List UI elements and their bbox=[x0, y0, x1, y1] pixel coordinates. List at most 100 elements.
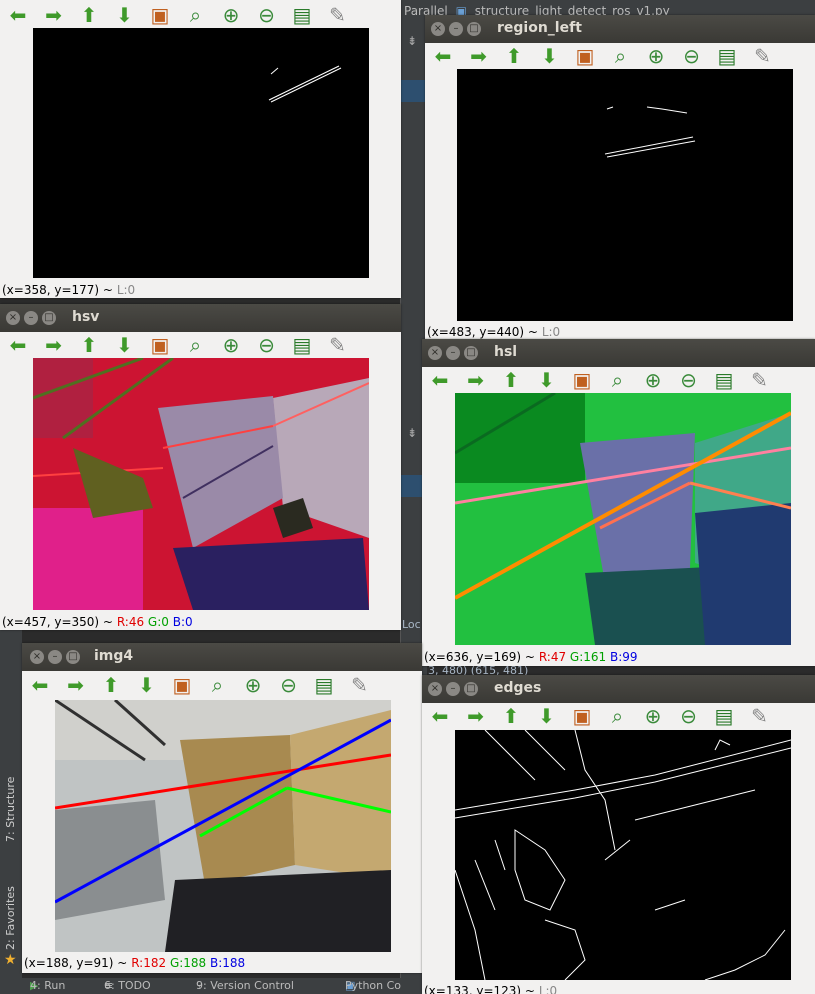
arrow-left-icon[interactable]: ⬅ bbox=[428, 704, 452, 728]
arrow-down-icon[interactable]: ⬇ bbox=[135, 673, 159, 697]
edit-brush-icon[interactable]: ✎ bbox=[748, 704, 772, 728]
save-icon[interactable]: ▤ bbox=[290, 333, 314, 357]
zoom-out-icon[interactable]: ⊖ bbox=[255, 3, 279, 27]
opencv-window-edges[interactable]: × – □ edges ⬅ ➡ ⬆ ⬇ ▣ ⌕ ⊕ ⊖ ▤ ✎ (x=133, y=123) ~ … bbox=[422, 675, 815, 994]
save-icon[interactable]: ▤ bbox=[312, 673, 336, 697]
arrow-right-icon[interactable]: ➡ bbox=[464, 704, 488, 728]
zoom-out-icon[interactable]: ⊖ bbox=[255, 333, 279, 357]
arrow-down-icon[interactable]: ⬇ bbox=[113, 333, 137, 357]
maximize-icon[interactable]: □ bbox=[464, 682, 478, 696]
zoom-area-icon[interactable]: ⌕ bbox=[606, 368, 630, 392]
save-icon[interactable]: ▤ bbox=[290, 3, 314, 27]
minimize-icon[interactable]: – bbox=[446, 682, 460, 696]
opencv-window-hsl[interactable]: × – □ hsl ⬅ ➡ ⬆ ⬇ ▣ ⌕ ⊕ ⊖ ▤ ✎ (x=636, y=169) ~ R:… bbox=[422, 339, 815, 666]
zoom-area-icon[interactable]: ⌕ bbox=[609, 44, 633, 68]
save-icon[interactable]: ▤ bbox=[715, 44, 739, 68]
image-canvas[interactable] bbox=[33, 358, 369, 610]
arrow-right-icon[interactable]: ➡ bbox=[42, 333, 66, 357]
minimize-icon[interactable]: – bbox=[48, 650, 62, 664]
zoom-out-icon[interactable]: ⊖ bbox=[677, 368, 701, 392]
arrow-up-icon[interactable]: ⬆ bbox=[502, 44, 526, 68]
window-titlebar[interactable]: × – □ region_left bbox=[425, 15, 815, 43]
arrow-up-icon[interactable]: ⬆ bbox=[499, 704, 523, 728]
opencv-window-mask[interactable]: ⬅ ➡ ⬆ ⬇ ▣ ⌕ ⊕ ⊖ ▤ ✎ (x=358, y=177) ~ L:0 bbox=[0, 0, 401, 298]
edit-brush-icon[interactable]: ✎ bbox=[326, 333, 350, 357]
zoom-in-icon[interactable]: ⊕ bbox=[641, 368, 665, 392]
window-titlebar[interactable]: × – □ hsv bbox=[0, 304, 401, 332]
arrow-right-icon[interactable]: ➡ bbox=[467, 44, 491, 68]
minimize-icon[interactable]: – bbox=[446, 346, 460, 360]
arrow-left-icon[interactable]: ⬅ bbox=[428, 368, 452, 392]
minimize-icon[interactable]: – bbox=[24, 311, 38, 325]
zoom-in-icon[interactable]: ⊕ bbox=[641, 704, 665, 728]
image-canvas[interactable] bbox=[33, 28, 369, 278]
zoom-in-icon[interactable]: ⊕ bbox=[219, 3, 243, 27]
arrow-up-icon[interactable]: ⬆ bbox=[99, 673, 123, 697]
minimize-icon[interactable]: – bbox=[449, 22, 463, 36]
image-canvas[interactable] bbox=[55, 700, 391, 952]
zoom-area-icon[interactable]: ⌕ bbox=[184, 333, 208, 357]
status-bar: (x=188, y=91) ~ R:182 G:188 B:188 bbox=[24, 956, 246, 970]
save-icon[interactable]: ▤ bbox=[712, 704, 736, 728]
zoom-in-icon[interactable]: ⊕ bbox=[241, 673, 265, 697]
edit-brush-icon[interactable]: ✎ bbox=[748, 368, 772, 392]
edit-brush-icon[interactable]: ✎ bbox=[326, 3, 350, 27]
maximize-icon[interactable]: □ bbox=[467, 22, 481, 36]
close-icon[interactable]: × bbox=[428, 346, 442, 360]
arrow-down-icon[interactable]: ⬇ bbox=[538, 44, 562, 68]
arrow-up-icon[interactable]: ⬆ bbox=[77, 333, 101, 357]
zoom-area-icon[interactable]: ⌕ bbox=[184, 3, 208, 27]
image-canvas[interactable] bbox=[455, 730, 791, 980]
image-canvas[interactable] bbox=[457, 69, 793, 321]
arrow-down-icon[interactable]: ⬇ bbox=[113, 3, 137, 27]
split-icon[interactable]: ⇟ bbox=[407, 426, 417, 440]
save-image-icon[interactable]: ▣ bbox=[573, 44, 597, 68]
save-icon[interactable]: ▤ bbox=[712, 368, 736, 392]
zoom-in-icon[interactable]: ⊕ bbox=[644, 44, 668, 68]
favorites-tool-tab[interactable]: 2: Favorites bbox=[4, 886, 17, 950]
edit-brush-icon[interactable]: ✎ bbox=[348, 673, 372, 697]
opencv-window-region-left[interactable]: × – □ region_left ⬅ ➡ ⬆ ⬇ ▣ ⌕ ⊕ ⊖ ▤ ✎ (x=483, y=4… bbox=[425, 15, 815, 340]
arrow-right-icon[interactable]: ➡ bbox=[64, 673, 88, 697]
window-titlebar[interactable]: × – □ hsl bbox=[422, 339, 815, 367]
close-icon[interactable]: × bbox=[431, 22, 445, 36]
arrow-right-icon[interactable]: ➡ bbox=[42, 3, 66, 27]
close-icon[interactable]: × bbox=[6, 311, 20, 325]
arrow-left-icon[interactable]: ⬅ bbox=[6, 333, 30, 357]
image-canvas[interactable] bbox=[455, 393, 791, 645]
arrow-down-icon[interactable]: ⬇ bbox=[535, 704, 559, 728]
maximize-icon[interactable]: □ bbox=[66, 650, 80, 664]
status-bar: (x=133, y=123) ~ L:0 bbox=[424, 984, 558, 994]
zoom-in-icon[interactable]: ⊕ bbox=[219, 333, 243, 357]
split-icon[interactable]: ⇟ bbox=[407, 34, 417, 48]
window-titlebar[interactable]: × – □ img4 bbox=[22, 643, 422, 671]
maximize-icon[interactable]: □ bbox=[464, 346, 478, 360]
window-titlebar[interactable]: × – □ edges bbox=[422, 675, 815, 703]
arrow-right-icon[interactable]: ➡ bbox=[464, 368, 488, 392]
zoom-area-icon[interactable]: ⌕ bbox=[206, 673, 230, 697]
arrow-up-icon[interactable]: ⬆ bbox=[77, 3, 101, 27]
structure-tool-tab[interactable]: 7: Structure bbox=[4, 777, 17, 842]
save-image-icon[interactable]: ▣ bbox=[570, 704, 594, 728]
zoom-out-icon[interactable]: ⊖ bbox=[277, 673, 301, 697]
arrow-up-icon[interactable]: ⬆ bbox=[499, 368, 523, 392]
window-toolbar: ⬅ ➡ ⬆ ⬇ ▣ ⌕ ⊕ ⊖ ▤ ✎ bbox=[425, 41, 815, 71]
opencv-window-img4[interactable]: × – □ img4 ⬅ ➡ ⬆ ⬇ ▣ ⌕ ⊕ ⊖ ▤ ✎ (x=188, y=91) ~ R:… bbox=[22, 643, 422, 973]
save-image-icon[interactable]: ▣ bbox=[170, 673, 194, 697]
arrow-left-icon[interactable]: ⬅ bbox=[6, 3, 30, 27]
close-icon[interactable]: × bbox=[428, 682, 442, 696]
zoom-out-icon[interactable]: ⊖ bbox=[677, 704, 701, 728]
save-image-icon[interactable]: ▣ bbox=[148, 333, 172, 357]
zoom-out-icon[interactable]: ⊖ bbox=[680, 44, 704, 68]
save-image-icon[interactable]: ▣ bbox=[148, 3, 172, 27]
close-icon[interactable]: × bbox=[30, 650, 44, 664]
arrow-left-icon[interactable]: ⬅ bbox=[28, 673, 52, 697]
ide-code-fragment: Loc bbox=[402, 618, 421, 631]
maximize-icon[interactable]: □ bbox=[42, 311, 56, 325]
opencv-window-hsv[interactable]: × – □ hsv ⬅ ➡ ⬆ ⬇ ▣ ⌕ ⊕ ⊖ ▤ ✎ (x=457, y=350) ~ R:… bbox=[0, 304, 401, 630]
edit-brush-icon[interactable]: ✎ bbox=[751, 44, 775, 68]
arrow-down-icon[interactable]: ⬇ bbox=[535, 368, 559, 392]
save-image-icon[interactable]: ▣ bbox=[570, 368, 594, 392]
zoom-area-icon[interactable]: ⌕ bbox=[606, 704, 630, 728]
arrow-left-icon[interactable]: ⬅ bbox=[431, 44, 455, 68]
